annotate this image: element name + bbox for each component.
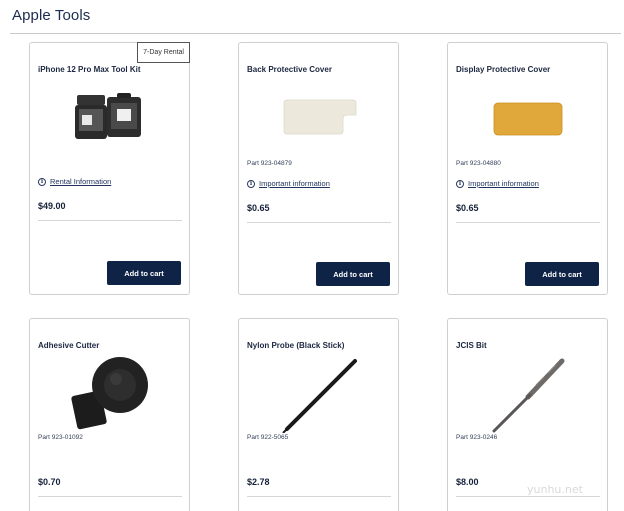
part-number: Part 923-0246 [456,434,498,441]
product-price: $0.70 [38,477,61,487]
product-name[interactable]: Nylon Probe (Black Stick) [247,341,344,350]
rental-information-label: Rental Information [50,177,112,186]
info-icon: i [247,179,255,188]
product-price: $8.00 [456,477,479,487]
important-information-link[interactable]: i Important information [456,179,539,188]
important-information-label: Important information [259,179,330,188]
adhesive-cutter-image[interactable] [30,357,189,431]
price-divider [247,222,391,223]
price-divider [38,496,182,497]
part-number: Part 923-04879 [247,160,292,167]
product-name[interactable]: Display Protective Cover [456,65,550,74]
rental-badge: 7-Day Rental [137,42,190,63]
nylon-probe-image[interactable] [239,357,398,434]
product-price: $2.78 [247,477,270,487]
important-information-link[interactable]: i Important information [247,179,330,188]
part-number: Part 922-5065 [247,434,289,441]
add-to-cart-button[interactable]: Add to cart [107,261,181,285]
part-number: Part 923-04880 [456,160,501,167]
info-icon: i [456,179,464,188]
product-price: $0.65 [247,203,270,213]
price-divider [456,496,600,497]
product-card-tool-kit[interactable]: 7-Day Rental iPhone 12 Pro Max Tool Kit … [29,42,190,295]
product-price: $0.65 [456,203,479,213]
product-name[interactable]: iPhone 12 Pro Max Tool Kit [38,65,141,74]
product-name[interactable]: Adhesive Cutter [38,341,99,350]
jcis-bit-image[interactable] [448,357,607,433]
page-title: Apple Tools [12,7,91,24]
back-cover-image[interactable] [239,97,398,139]
product-name[interactable]: Back Protective Cover [247,65,332,74]
watermark: yunhu.net [527,483,583,496]
info-icon: i [38,177,46,186]
important-information-label: Important information [468,179,539,188]
price-divider [247,496,391,497]
add-to-cart-button[interactable]: Add to cart [525,262,599,286]
product-card-adhesive-cutter[interactable]: Adhesive Cutter Part 923-01092 $0.70 [29,318,190,511]
product-card-nylon-probe[interactable]: Nylon Probe (Black Stick) Part 922-5065 … [238,318,399,511]
product-name[interactable]: JCIS Bit [456,341,487,350]
rental-information-link[interactable]: i Rental Information [38,177,111,186]
product-card-display-cover[interactable]: Display Protective Cover Part 923-04880 … [447,42,608,295]
product-card-back-cover[interactable]: Back Protective Cover Part 923-04879 i I… [238,42,399,295]
price-divider [38,220,182,221]
title-divider [10,33,621,34]
price-divider [456,222,600,223]
display-cover-image[interactable] [448,101,607,137]
product-price: $49.00 [38,201,66,211]
add-to-cart-button[interactable]: Add to cart [316,262,390,286]
part-number: Part 923-01092 [38,434,83,441]
tool-kit-cases-image[interactable] [30,89,189,149]
